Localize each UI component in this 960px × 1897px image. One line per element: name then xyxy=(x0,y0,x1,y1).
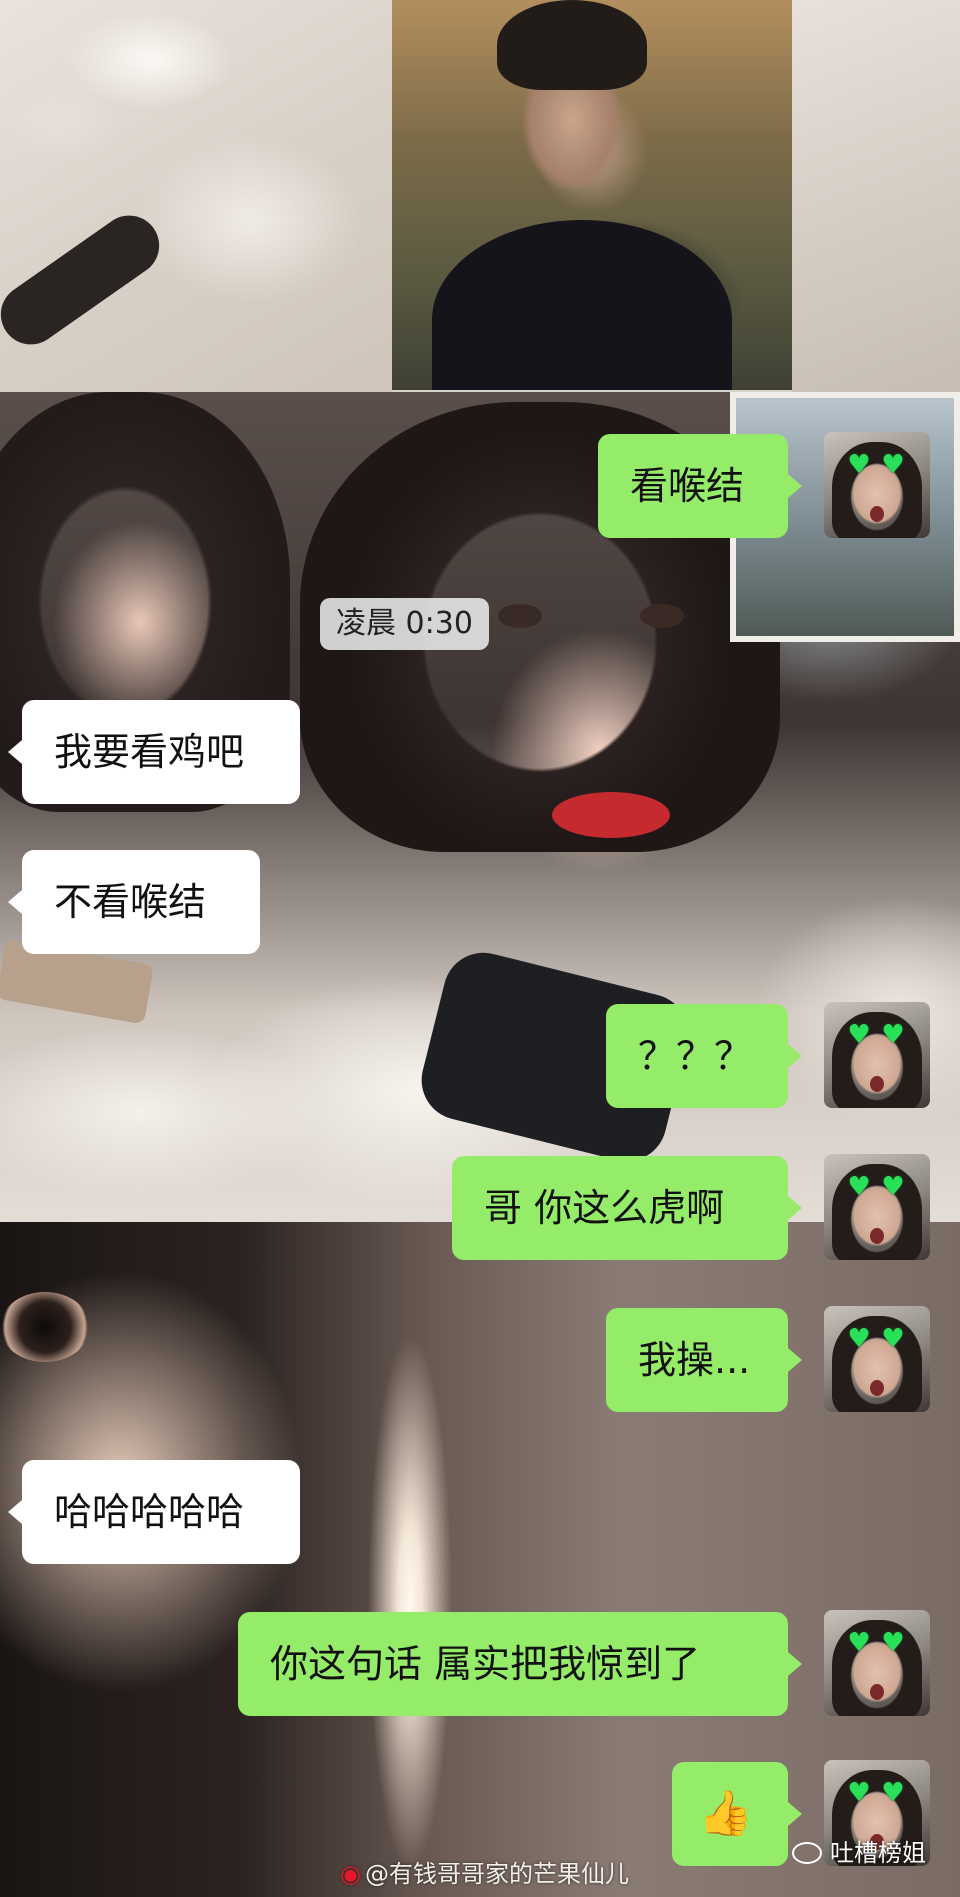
incoming-message-bubble[interactable]: 我要看鸡吧 xyxy=(8,700,300,804)
message-text: 我操... xyxy=(638,1338,751,1382)
avatar-mouth xyxy=(870,1076,884,1092)
avatar-mouth xyxy=(870,1684,884,1700)
weibo-watermark: ◉ @有钱哥哥家的芒果仙儿 xyxy=(340,1858,629,1890)
avatar-mouth xyxy=(870,1380,884,1396)
girl-eye-right xyxy=(640,604,684,628)
my-avatar[interactable]: ♥ ♥ xyxy=(824,432,930,538)
my-avatar[interactable]: ♥ ♥ xyxy=(824,1610,930,1716)
my-avatar[interactable]: ♥ ♥ xyxy=(824,1306,930,1412)
background-photo-fur-coat xyxy=(0,0,392,392)
message-text: 哈哈哈哈哈 xyxy=(54,1490,245,1534)
message-text: 看喉结 xyxy=(630,464,745,508)
weibo-watermark-text: @有钱哥哥家的芒果仙儿 xyxy=(364,1860,629,1888)
timestamp-chip: 凌晨 0:30 xyxy=(320,598,489,650)
my-avatar[interactable]: ♥ ♥ xyxy=(824,1154,930,1260)
thumbs-up-icon: 👍 xyxy=(698,1788,753,1839)
background-photo-man-profile xyxy=(392,0,792,390)
outgoing-message-bubble[interactable]: 我操... xyxy=(606,1308,802,1412)
bag-strap xyxy=(0,203,171,357)
message-text: ？？？ xyxy=(638,1034,753,1078)
girl-eye-left xyxy=(498,604,542,628)
green-heart-eyes-icon: ♥ xyxy=(881,1324,905,1354)
message-text: 我要看鸡吧 xyxy=(54,730,245,774)
brand-watermark-text: 吐槽榜姐 xyxy=(830,1839,926,1867)
green-heart-eyes-icon: ♥ xyxy=(881,1628,905,1658)
outgoing-message-bubble[interactable]: 👍 xyxy=(672,1762,802,1866)
man-hair xyxy=(497,0,647,90)
girl-lips xyxy=(552,792,670,838)
incoming-message-bubble[interactable]: 哈哈哈哈哈 xyxy=(8,1460,300,1564)
background-photo-coat-right xyxy=(792,0,960,392)
avatar-mouth xyxy=(870,506,884,522)
closeup-eye xyxy=(0,1292,90,1362)
wechat-icon xyxy=(792,1842,822,1864)
outgoing-message-bubble[interactable]: 看喉结 xyxy=(598,434,802,538)
green-heart-eyes-icon: ♥ xyxy=(881,450,905,480)
man-shirt xyxy=(432,220,732,390)
incoming-message-bubble[interactable]: 不看喉结 xyxy=(8,850,260,954)
outgoing-message-bubble[interactable]: 哥 你这么虎啊 xyxy=(452,1156,802,1260)
message-text: 哥 你这么虎啊 xyxy=(484,1186,725,1230)
green-heart-eyes-icon: ♥ xyxy=(847,1020,871,1050)
green-heart-eyes-icon: ♥ xyxy=(881,1172,905,1202)
outgoing-message-bubble[interactable]: 你这句话 属实把我惊到了 xyxy=(238,1612,802,1716)
brand-watermark: 吐槽榜姐 xyxy=(792,1836,926,1870)
green-heart-eyes-icon: ♥ xyxy=(847,1628,871,1658)
message-text: 你这句话 属实把我惊到了 xyxy=(270,1642,701,1686)
green-heart-eyes-icon: ♥ xyxy=(847,1172,871,1202)
my-avatar[interactable]: ♥ ♥ xyxy=(824,1002,930,1108)
green-heart-eyes-icon: ♥ xyxy=(847,450,871,480)
avatar-mouth xyxy=(870,1228,884,1244)
green-heart-eyes-icon: ♥ xyxy=(881,1778,905,1808)
green-heart-eyes-icon: ♥ xyxy=(881,1020,905,1050)
green-heart-eyes-icon: ♥ xyxy=(847,1778,871,1808)
background-photo-two-girls-selfie xyxy=(0,392,960,1222)
green-heart-eyes-icon: ♥ xyxy=(847,1324,871,1354)
weibo-icon: ◉ xyxy=(340,1860,361,1888)
message-text: 不看喉结 xyxy=(54,880,207,924)
outgoing-message-bubble[interactable]: ？？？ xyxy=(606,1004,802,1108)
